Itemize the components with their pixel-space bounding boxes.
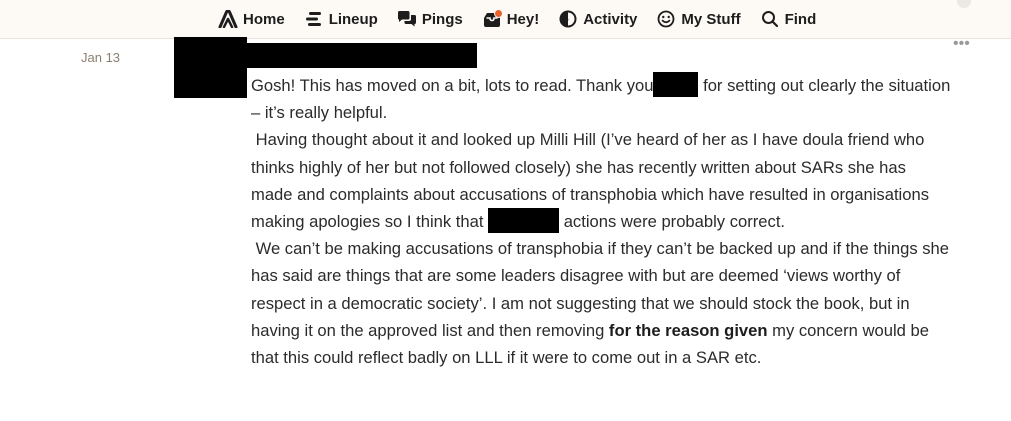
nav-hey[interactable]: Hey! [482, 0, 540, 38]
message-paragraph: Having thought about it and looked up Mi… [251, 126, 951, 235]
author-name-redacted [247, 43, 477, 68]
message-paragraph: Gosh! This has moved on a bit, lots to r… [251, 72, 951, 126]
nav-pings-label: Pings [421, 10, 463, 28]
nav-my-stuff-label: My Stuff [681, 10, 741, 28]
nav-home-label: Home [243, 10, 285, 28]
smiley-icon [656, 9, 676, 29]
nav-home[interactable]: Home [218, 0, 285, 38]
nav-edge-tab [957, 0, 971, 8]
nav-activity[interactable]: Activity [558, 0, 637, 38]
nav-find[interactable]: Find [760, 0, 817, 38]
message-paragraph: We can’t be making accusations of transp… [251, 235, 951, 371]
lineup-icon [304, 9, 324, 29]
search-icon [760, 9, 780, 29]
message-text: actions were probably correct. [559, 212, 786, 232]
notification-dot [493, 9, 503, 18]
avatar-redacted [174, 37, 247, 98]
nav-pings[interactable]: Pings [397, 0, 463, 38]
message-date: Jan 13 [81, 50, 121, 65]
message-bold-text: for the reason given [608, 320, 768, 340]
nav-find-label: Find [784, 10, 817, 28]
nav-my-stuff[interactable]: My Stuff [656, 0, 741, 38]
activity-icon [558, 9, 578, 29]
redacted-name [653, 72, 699, 97]
redacted-name [488, 208, 560, 234]
nav-hey-label: Hey! [506, 10, 540, 28]
nav-lineup[interactable]: Lineup [304, 0, 378, 38]
top-nav-bar: Home Lineup Pings Hey! Activity My Stuff… [0, 0, 1011, 39]
pings-icon [397, 9, 417, 29]
hey-icon [482, 9, 503, 29]
nav-lineup-label: Lineup [328, 10, 378, 28]
more-options-button[interactable]: ••• [953, 36, 970, 52]
nav-activity-label: Activity [583, 10, 638, 28]
nav-items: Home Lineup Pings Hey! Activity My Stuff… [218, 0, 835, 38]
message-text: Gosh! This has moved on a bit, lots to r… [251, 76, 654, 95]
home-icon [218, 9, 238, 29]
message-body: Gosh! This has moved on a bit, lots to r… [251, 72, 951, 371]
